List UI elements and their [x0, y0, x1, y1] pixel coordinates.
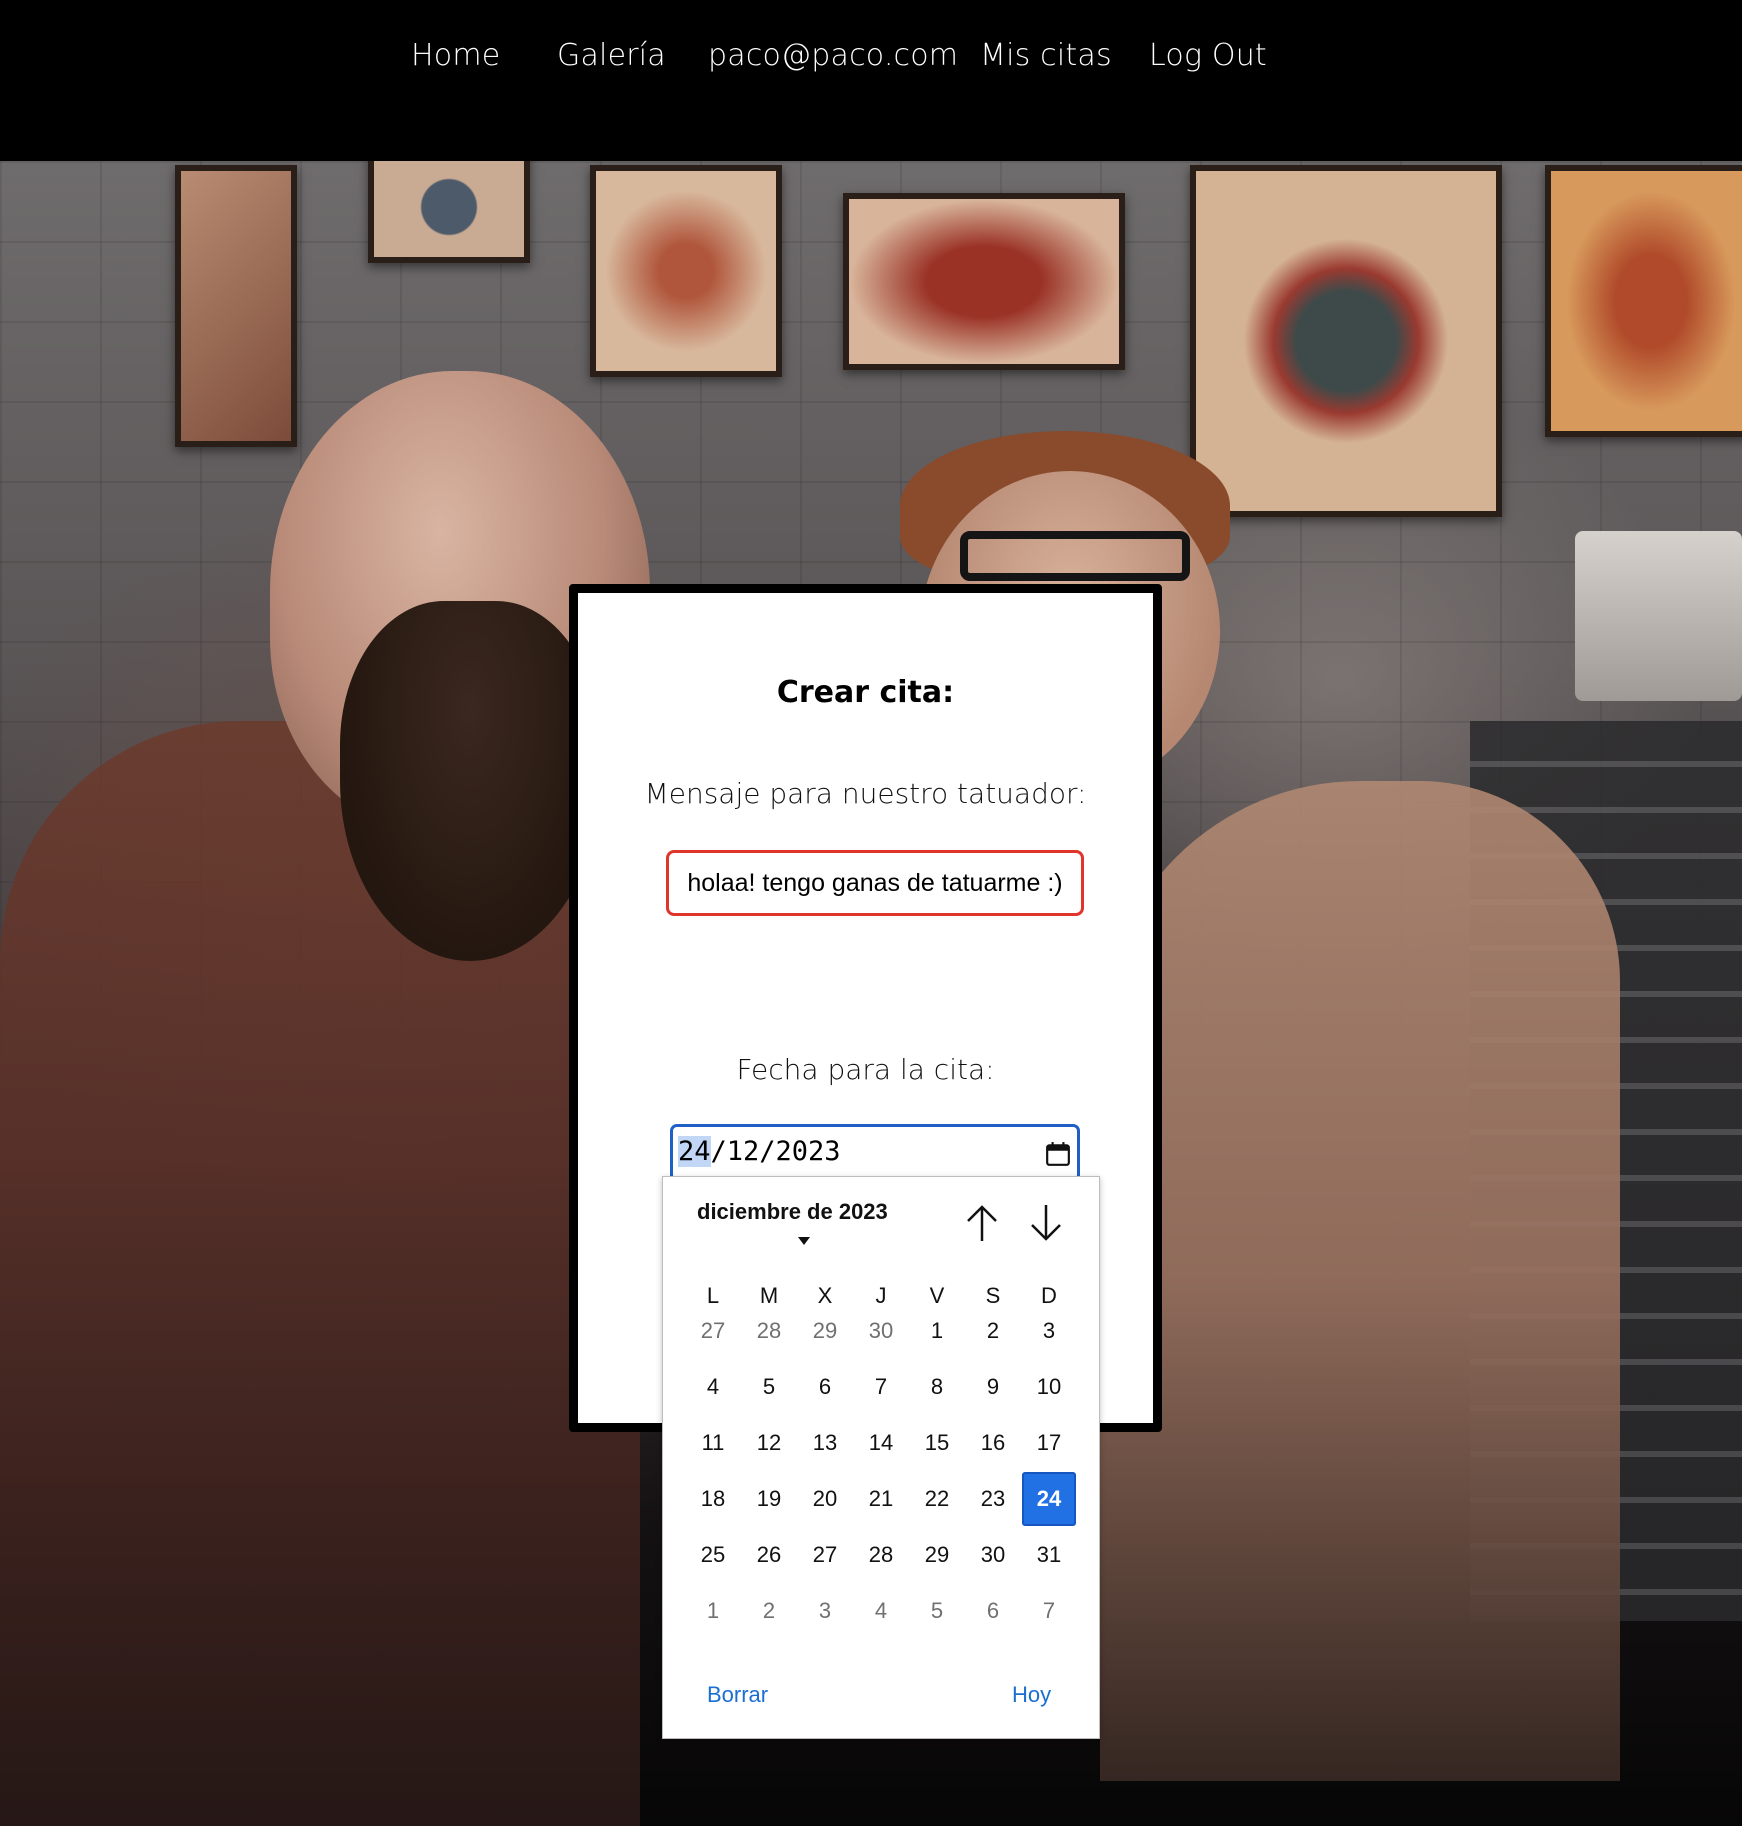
calendar-day[interactable]: 16 — [966, 1416, 1020, 1470]
calendar-day-outside-month[interactable]: 28 — [742, 1304, 796, 1358]
calendar-day[interactable]: 3 — [1022, 1304, 1076, 1358]
calendar-day[interactable]: 19 — [742, 1472, 796, 1526]
wall-art-frame — [368, 161, 530, 263]
calendar-day[interactable]: 18 — [686, 1472, 740, 1526]
calendar-day[interactable]: 7 — [854, 1360, 908, 1414]
calendar-day-outside-month[interactable]: 29 — [798, 1304, 852, 1358]
calendar-day-outside-month[interactable]: 7 — [1022, 1584, 1076, 1638]
datepicker-popup: diciembre de 2023 L M X J V S D 27 28 29 30… — [662, 1176, 1100, 1739]
calendar-day[interactable]: 21 — [854, 1472, 908, 1526]
calendar-day[interactable]: 15 — [910, 1416, 964, 1470]
nav-logout-link[interactable]: Log Out — [1149, 38, 1267, 73]
calendar-day-selected[interactable]: 24 — [1022, 1472, 1076, 1526]
calendar-day-outside-month[interactable]: 4 — [854, 1584, 908, 1638]
calendar-day-outside-month[interactable]: 3 — [798, 1584, 852, 1638]
calendar-day[interactable]: 22 — [910, 1472, 964, 1526]
date-month-year-segment[interactable]: /12/2023 — [711, 1136, 841, 1167]
calendar-day[interactable]: 23 — [966, 1472, 1020, 1526]
calendar-day[interactable]: 11 — [686, 1416, 740, 1470]
calendar-day[interactable]: 2 — [966, 1304, 1020, 1358]
calendar-day[interactable]: 20 — [798, 1472, 852, 1526]
calendar-day[interactable]: 8 — [910, 1360, 964, 1414]
wall-art-frame — [590, 165, 782, 377]
date-label: Fecha para la cita: — [736, 1053, 995, 1086]
message-label: Mensaje para nuestro tatuador: — [644, 777, 1087, 810]
calendar-day[interactable]: 1 — [910, 1304, 964, 1358]
calendar-day[interactable]: 6 — [798, 1360, 852, 1414]
calendar-day[interactable]: 31 — [1022, 1528, 1076, 1582]
date-value: 24/12/2023 — [678, 1136, 841, 1167]
date-input[interactable]: 24/12/2023 — [670, 1124, 1080, 1182]
calendar-day[interactable]: 9 — [966, 1360, 1020, 1414]
wall-art-frame — [843, 193, 1125, 370]
tattooed-man-figure — [1100, 781, 1620, 1781]
month-year-selector[interactable]: diciembre de 2023 — [697, 1199, 888, 1225]
arrow-up-icon[interactable] — [964, 1203, 1000, 1243]
calendar-day[interactable]: 26 — [742, 1528, 796, 1582]
calendar-day[interactable]: 14 — [854, 1416, 908, 1470]
arrow-down-icon[interactable] — [1028, 1203, 1064, 1243]
calendar-day-outside-month[interactable]: 1 — [686, 1584, 740, 1638]
calendar-day[interactable]: 12 — [742, 1416, 796, 1470]
message-input[interactable]: holaa! tengo ganas de tatuarme :) — [666, 850, 1084, 916]
calendar-day-outside-month[interactable]: 5 — [910, 1584, 964, 1638]
calendar-day[interactable]: 4 — [686, 1360, 740, 1414]
calendar-day[interactable]: 5 — [742, 1360, 796, 1414]
today-button[interactable]: Hoy — [1012, 1682, 1051, 1708]
wall-art-frame — [1190, 165, 1502, 517]
calendar-day[interactable]: 25 — [686, 1528, 740, 1582]
calendar-day[interactable]: 30 — [966, 1528, 1020, 1582]
calendar-day[interactable]: 17 — [1022, 1416, 1076, 1470]
calendar-day[interactable]: 13 — [798, 1416, 852, 1470]
glasses — [960, 531, 1190, 581]
wall-art-frame — [1545, 165, 1742, 437]
calendar-day-outside-month[interactable]: 27 — [686, 1304, 740, 1358]
nav-home-link[interactable]: Home — [411, 38, 500, 73]
nav-gallery-link[interactable]: Galería — [557, 38, 666, 73]
date-day-segment[interactable]: 24 — [678, 1136, 711, 1167]
calendar-day-outside-month[interactable]: 30 — [854, 1304, 908, 1358]
nav-my-appointments-link[interactable]: Mis citas — [980, 38, 1112, 73]
calendar-day[interactable]: 27 — [798, 1528, 852, 1582]
form-title: Crear cita: — [776, 675, 955, 710]
beard — [340, 601, 600, 961]
nav-user-email-link[interactable]: paco@paco.com — [708, 38, 958, 73]
calendar-day[interactable]: 29 — [910, 1528, 964, 1582]
calendar-day[interactable]: 28 — [854, 1528, 908, 1582]
top-navbar: Home Galería paco@paco.com Mis citas Log… — [0, 0, 1742, 161]
caret-down-icon[interactable] — [798, 1237, 810, 1245]
calendar-day-outside-month[interactable]: 6 — [966, 1584, 1020, 1638]
wall-art-frame — [175, 165, 297, 447]
calendar-icon[interactable] — [1045, 1141, 1071, 1167]
tattoo-machine-device — [1575, 531, 1742, 701]
clear-button[interactable]: Borrar — [707, 1682, 768, 1708]
calendar-day[interactable]: 10 — [1022, 1360, 1076, 1414]
calendar-day-outside-month[interactable]: 2 — [742, 1584, 796, 1638]
